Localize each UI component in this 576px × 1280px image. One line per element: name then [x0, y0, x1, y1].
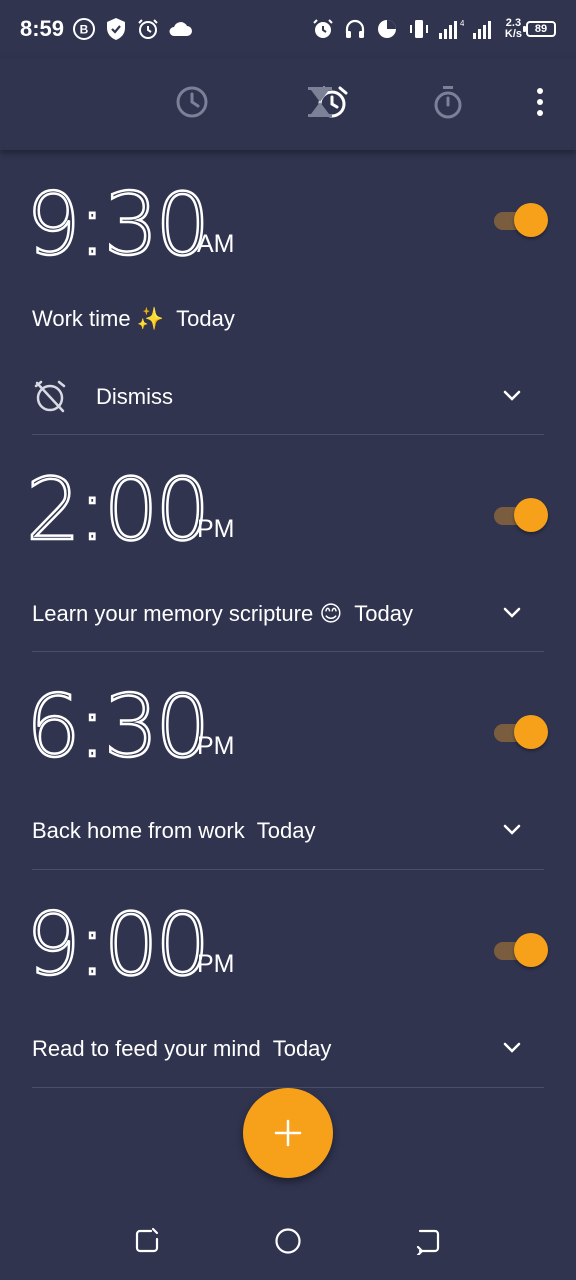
status-bar: 8:59 B 4G 2.3 K/s 8: [0, 0, 576, 58]
toggle-knob: [514, 203, 548, 237]
more-vertical-icon: [537, 88, 543, 116]
alarm-list: 9:30 AM Work time ✨ Today Dismiss 2:00 PM…: [0, 150, 576, 1088]
alarm-label-row[interactable]: Work time ✨ Today: [32, 306, 235, 332]
alarm-item[interactable]: 6:30 PM Back home from work Today: [0, 652, 576, 870]
status-time: 8:59: [20, 16, 65, 41]
expand-chevron[interactable]: [498, 816, 526, 844]
alarm-label: Read to feed your mind: [32, 1036, 261, 1061]
dismiss-button[interactable]: Dismiss: [96, 384, 173, 410]
alarm-ampm: AM: [197, 230, 235, 258]
chevron-down-icon: [503, 390, 521, 401]
battery-icon: 89: [523, 21, 556, 37]
clock-icon: [176, 86, 208, 118]
status-right: 4G 2.3 K/s 89: [309, 15, 556, 43]
signal-2-icon: [469, 15, 497, 43]
alarm-time[interactable]: 9:30: [25, 179, 212, 272]
alarm-ampm: PM: [197, 515, 235, 543]
plus-icon: [274, 1119, 302, 1147]
back-button[interactable]: [413, 1226, 443, 1256]
alarm-item[interactable]: 2:00 PM Learn your memory scripture 😊 Tod…: [0, 435, 576, 652]
top-tab-bar: [0, 58, 576, 150]
svg-text:B: B: [80, 23, 89, 37]
expand-chevron[interactable]: [498, 599, 526, 627]
recent-apps-button[interactable]: [132, 1226, 162, 1256]
headphones-icon: [341, 15, 369, 43]
vibrate-icon: [405, 15, 433, 43]
collapse-chevron[interactable]: [498, 382, 526, 410]
chevron-down-icon: [503, 607, 521, 618]
alarm-label: Work time ✨: [32, 306, 165, 331]
alarm-off-icon[interactable]: [32, 378, 68, 414]
alarm-time[interactable]: 2:00: [25, 464, 212, 557]
chevron-down-icon: [503, 824, 521, 835]
network-type: 4G: [460, 19, 464, 28]
toggle-knob: [514, 715, 548, 749]
toggle-knob: [514, 933, 548, 967]
alarm-toggle[interactable]: [494, 715, 548, 749]
network-speed-unit: K/s: [504, 28, 522, 40]
alarm-time[interactable]: 9:00: [25, 899, 212, 992]
toggle-knob: [514, 498, 548, 532]
tab-clock[interactable]: [172, 82, 212, 122]
hourglass-icon: [308, 87, 332, 117]
tab-timer[interactable]: [300, 82, 340, 122]
alarm-day: Today: [176, 306, 235, 331]
alarm-toggle[interactable]: [494, 498, 548, 532]
chevron-down-icon: [503, 1042, 521, 1053]
b-badge-icon: B: [70, 15, 98, 43]
alarm-label: Back home from work: [32, 818, 245, 843]
home-circle-icon: [275, 1228, 301, 1254]
alarm-clock-status-icon: [134, 15, 162, 43]
alarm-ampm: PM: [197, 950, 235, 978]
alarm-item[interactable]: 9:00 PM Read to feed your mind Today: [0, 870, 576, 1088]
more-options-button[interactable]: [522, 82, 558, 122]
alarm-label: Learn your memory scripture 😊: [32, 601, 343, 626]
alarm-label-row[interactable]: Back home from work Today: [32, 818, 315, 844]
add-alarm-button[interactable]: [243, 1088, 333, 1178]
alarm-day: Today: [256, 818, 316, 843]
network-speed: 2.3 K/s: [505, 18, 522, 40]
battery-level: 89: [534, 23, 548, 35]
alarm-day: Today: [272, 1036, 332, 1061]
alarm-time[interactable]: 6:30: [25, 681, 212, 774]
recent-apps-icon: [135, 1227, 159, 1253]
alarm-toggle[interactable]: [494, 203, 548, 237]
stopwatch-icon: [434, 86, 462, 119]
shield-icon: [102, 15, 130, 43]
system-nav-bar: [0, 1200, 576, 1280]
alarm-active-icon: [309, 15, 337, 43]
alarm-ampm: PM: [197, 732, 235, 760]
signal-icon: 4G: [437, 15, 465, 43]
expand-chevron[interactable]: [498, 1034, 526, 1062]
alarm-item[interactable]: 9:30 AM Work time ✨ Today Dismiss: [0, 150, 576, 435]
home-button[interactable]: [273, 1226, 303, 1256]
back-icon: [416, 1229, 440, 1255]
data-saver-icon: [373, 15, 401, 43]
alarm-day: Today: [354, 601, 413, 626]
alarm-label-row[interactable]: Read to feed your mind Today: [32, 1036, 331, 1062]
cloud-icon: [166, 15, 194, 43]
alarm-toggle[interactable]: [494, 933, 548, 967]
tab-stopwatch[interactable]: [428, 82, 468, 122]
alarm-label-row[interactable]: Learn your memory scripture 😊 Today: [32, 601, 413, 627]
